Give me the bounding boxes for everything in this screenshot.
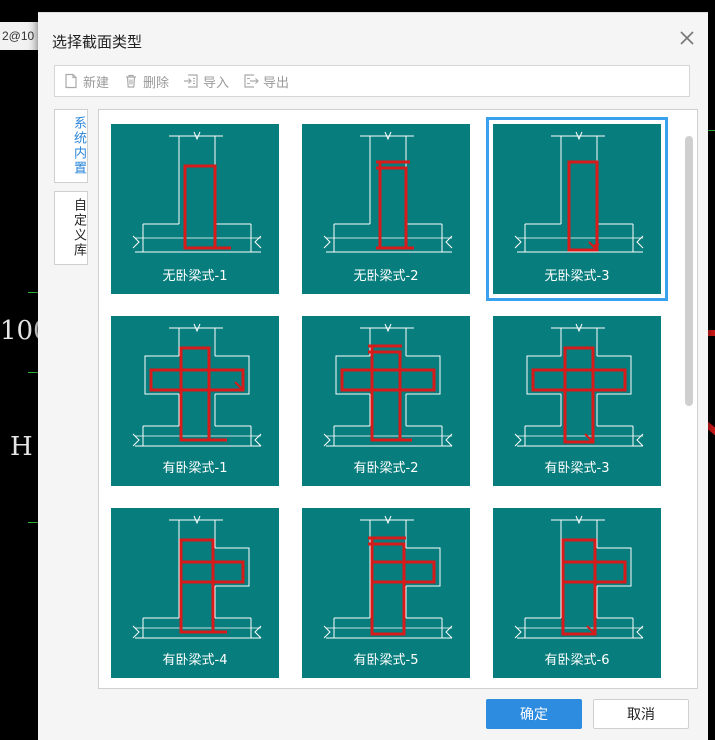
import-button[interactable]: 导入 [183, 72, 229, 91]
rebar-line [179, 346, 211, 442]
tab-custom-library[interactable]: 自定义库 [54, 191, 88, 265]
section-tile-label: 有卧梁式-5 [353, 653, 419, 668]
section-preview: 有卧梁式-2 [302, 316, 470, 486]
section-tile[interactable]: 无卧梁式-1 [105, 118, 285, 300]
section-tile[interactable]: 无卧梁式-3 [486, 117, 668, 301]
cancel-button[interactable]: 取消 [593, 699, 689, 729]
rebar-line [563, 346, 595, 444]
section-preview: 有卧梁式-3 [493, 316, 661, 486]
close-icon[interactable] [678, 29, 696, 47]
toolbar: 新建 删除 导入 导出 [54, 65, 690, 97]
side-tabs: 系统内置 自定义库 [54, 109, 88, 265]
trash-icon [126, 74, 137, 88]
section-tile[interactable]: 有卧梁式-6 [487, 502, 667, 684]
tab-system-builtin[interactable]: 系统内置 [54, 109, 88, 183]
section-tile[interactable]: 有卧梁式-5 [296, 502, 476, 684]
section-tile-label: 无卧梁式-2 [353, 269, 419, 284]
section-tile-label: 有卧梁式-1 [162, 461, 228, 476]
select-section-dialog: 选择截面类型 新建 删除 导入 导出 系统内置 自定义库 无卧梁式-1 无卧梁式… [38, 12, 708, 740]
section-preview: 无卧梁式-1 [111, 124, 279, 294]
import-icon [184, 74, 198, 88]
section-tile-label: 有卧梁式-4 [162, 653, 228, 668]
section-preview: 有卧梁式-1 [111, 316, 279, 486]
section-preview: 无卧梁式-2 [302, 124, 470, 294]
background-tab[interactable]: 2@10 [0, 22, 42, 50]
section-tile-label: 有卧梁式-2 [353, 461, 419, 476]
new-button[interactable]: 新建 [63, 72, 109, 91]
section-tile-label: 无卧梁式-1 [162, 269, 228, 284]
rebar-line [149, 368, 245, 392]
export-button[interactable]: 导出 [243, 72, 289, 91]
rebar-line [561, 538, 597, 636]
rebar-line [376, 160, 410, 250]
export-button-label: 导出 [263, 75, 290, 91]
rebar-line [531, 368, 627, 392]
new-button-label: 新建 [83, 75, 110, 91]
new-file-icon [65, 73, 77, 89]
background-text-h: H [10, 432, 33, 462]
vertical-scrollbar[interactable] [685, 136, 693, 406]
rebar-line [340, 368, 436, 392]
section-preview: 有卧梁式-4 [111, 508, 279, 678]
import-button-label: 导入 [203, 75, 230, 91]
section-tile[interactable]: 有卧梁式-4 [105, 502, 285, 684]
section-preview: 无卧梁式-3 [493, 124, 661, 294]
section-tile[interactable]: 有卧梁式-3 [487, 310, 667, 492]
delete-button[interactable]: 删除 [123, 72, 169, 91]
section-tile[interactable]: 有卧梁式-2 [296, 310, 476, 492]
section-preview: 有卧梁式-5 [302, 508, 470, 678]
section-tile-label: 有卧梁式-3 [544, 461, 610, 476]
section-grid: 无卧梁式-1 无卧梁式-2 无卧梁式-3 有卧梁式-1 有卧梁式-2 有卧梁式-3 有卧梁式… [105, 117, 675, 684]
rebar-line [179, 538, 215, 634]
section-tile[interactable]: 有卧梁式-1 [105, 310, 285, 492]
rebar-line [183, 164, 217, 250]
rebar-line [567, 160, 599, 252]
delete-button-label: 删除 [143, 75, 170, 91]
section-grid-panel: 无卧梁式-1 无卧梁式-2 无卧梁式-3 有卧梁式-1 有卧梁式-2 有卧梁式-3 有卧梁式… [98, 109, 698, 689]
dialog-title: 选择截面类型 [52, 33, 143, 51]
section-tile[interactable]: 无卧梁式-2 [296, 118, 476, 300]
rebar-line [368, 536, 406, 636]
rebar-line [368, 344, 402, 442]
export-icon [244, 74, 259, 88]
section-tile-label: 无卧梁式-3 [544, 269, 610, 284]
section-preview: 有卧梁式-6 [493, 508, 661, 678]
section-tile-label: 有卧梁式-6 [544, 653, 610, 668]
ok-button[interactable]: 确定 [486, 699, 582, 729]
